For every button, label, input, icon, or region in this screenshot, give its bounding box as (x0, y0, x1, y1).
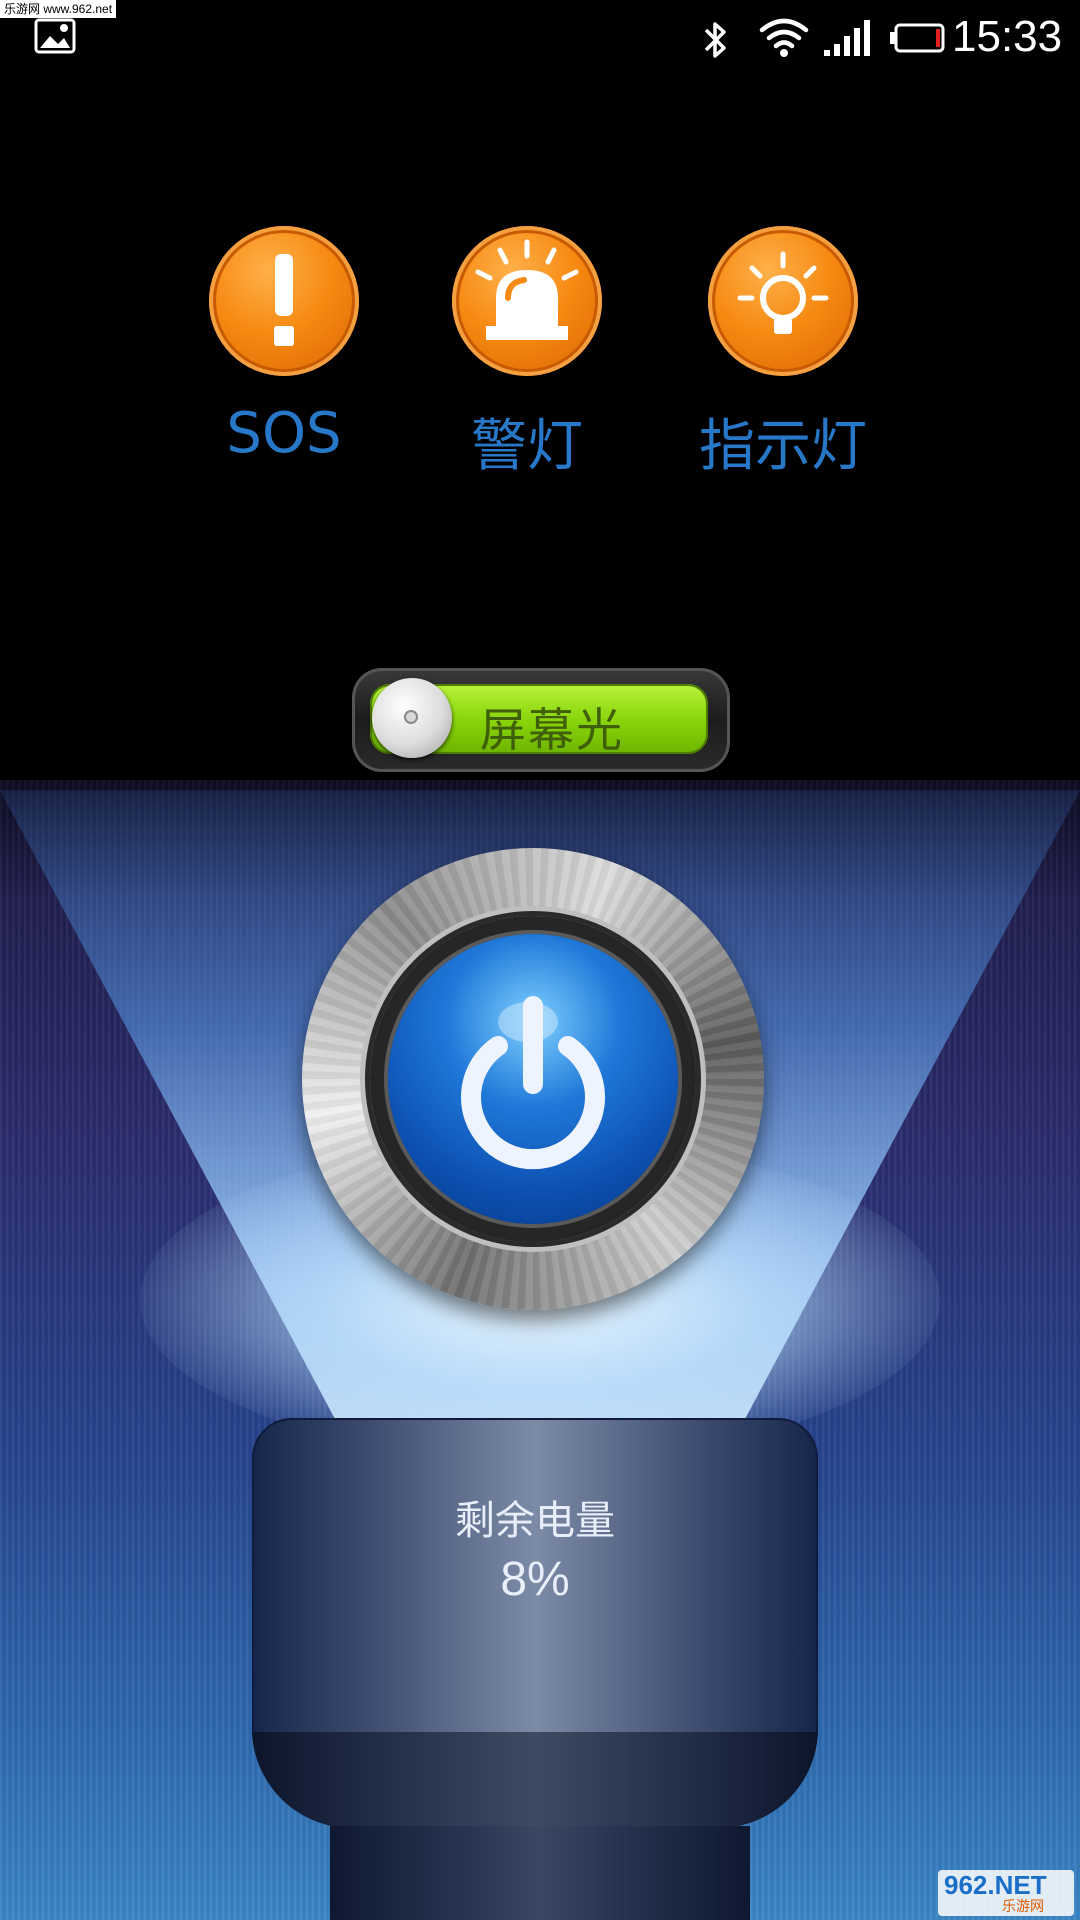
sos-label: SOS (226, 401, 342, 466)
screen-light-toggle[interactable]: 屏幕光 (352, 668, 730, 772)
indicator-circle (708, 226, 858, 376)
watermark-logo: 962.NET 乐游网 (938, 1870, 1074, 1916)
power-button[interactable] (302, 848, 764, 1310)
indicator-button[interactable]: 指示灯 (693, 226, 873, 486)
sos-button[interactable]: SOS (194, 226, 374, 486)
battery-value: 8% (500, 1553, 570, 1606)
flashlight-lower-band (252, 1732, 818, 1828)
watermark-top: 乐游网 www.962.net (0, 0, 117, 18)
power-core (388, 934, 678, 1224)
lightbulb-icon (737, 251, 829, 334)
bluetooth-icon (704, 22, 726, 58)
signal-icon (824, 20, 870, 56)
siren-icon (475, 239, 579, 340)
toggle-knob-dot (404, 710, 418, 724)
exclamation-icon (274, 254, 294, 346)
wifi-icon (759, 18, 809, 57)
toggle-label: 屏幕光 (480, 703, 624, 757)
clock: 15:33 (952, 12, 1063, 61)
siren-label: 警灯 (471, 414, 583, 479)
sos-circle (209, 226, 359, 376)
flashlight-app-screen: 乐游网 www.962.net 15:33 SOS 警灯 指示灯 屏幕光 剩余电… (0, 0, 1080, 1920)
watermark-sub: 乐游网 (1002, 1899, 1044, 1915)
siren-button[interactable]: 警灯 (437, 226, 617, 486)
battery-title: 剩余电量 (455, 1498, 615, 1544)
siren-circle (452, 226, 602, 376)
flashlight-neck (330, 1826, 750, 1920)
indicator-label: 指示灯 (699, 414, 867, 479)
toggle-knob[interactable] (372, 678, 452, 758)
power-icon (461, 996, 605, 1170)
status-bar: 乐游网 www.962.net 15:33 (0, 0, 1080, 80)
flashlight-body: 剩余电量 8% (252, 1418, 818, 1828)
battery-low-icon (890, 23, 945, 53)
power-ring (370, 916, 696, 1242)
gallery-icon (34, 18, 76, 54)
